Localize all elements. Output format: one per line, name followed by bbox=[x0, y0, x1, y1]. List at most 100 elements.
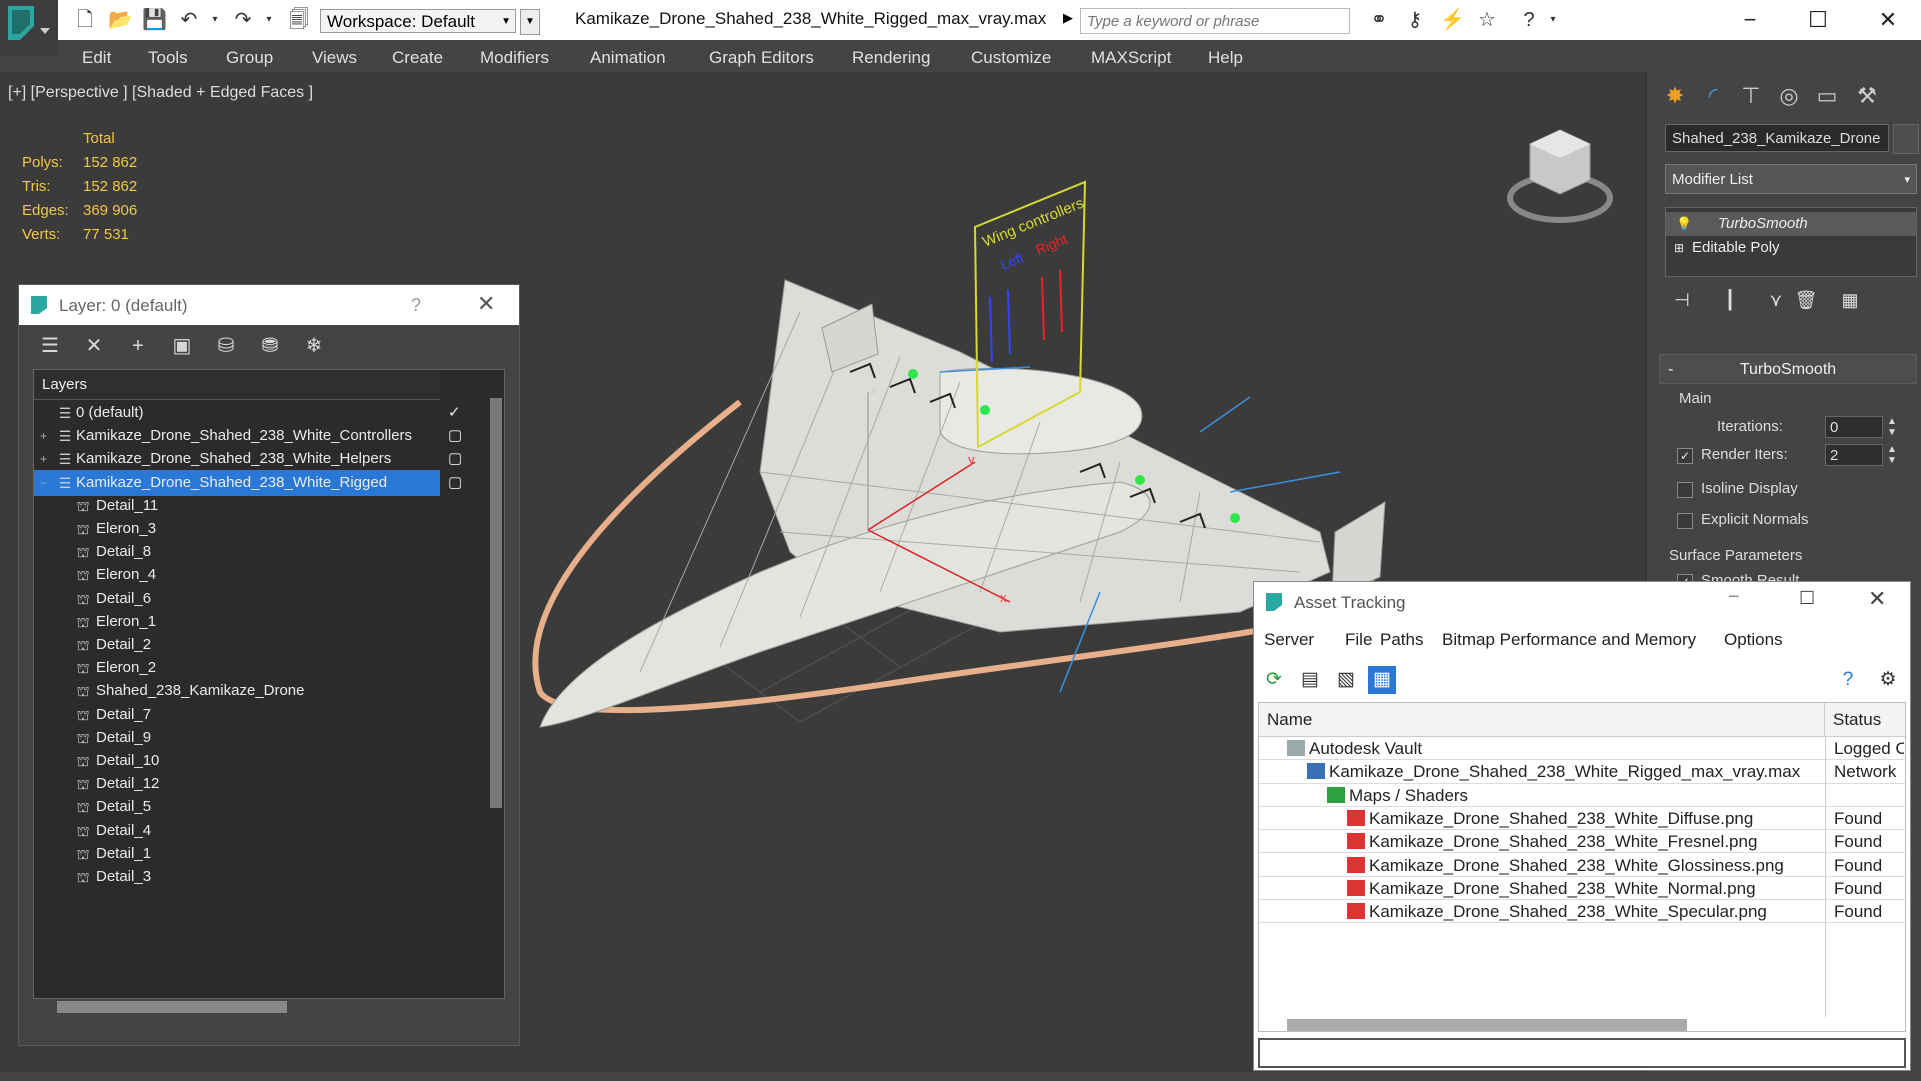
lightbulb-icon[interactable]: 💡 bbox=[1676, 212, 1692, 236]
object-row[interactable]: ⛫ Detail_12 bbox=[34, 771, 440, 797]
turbosmooth-rollout[interactable]: - TurboSmooth bbox=[1659, 354, 1917, 384]
asset-menu-bitmap[interactable]: Bitmap Performance and Memory bbox=[1442, 630, 1696, 650]
vertical-scrollbar[interactable] bbox=[490, 398, 502, 808]
render-iters-spinner[interactable]: 2 bbox=[1825, 444, 1883, 466]
project-folder-icon[interactable]: 🗐 bbox=[288, 9, 310, 31]
vault-help-icon[interactable]: ? bbox=[1834, 666, 1862, 694]
object-row[interactable]: ⛫ Detail_2 bbox=[34, 632, 440, 658]
current-layer-toggle[interactable]: ▢ bbox=[448, 423, 478, 449]
layer-row[interactable]: + ☰ Kamikaze_Drone_Shahed_238_White_Helper… bbox=[34, 446, 440, 472]
render-iters-checkbox[interactable]: ✓ bbox=[1677, 448, 1693, 464]
vault-settings-icon[interactable]: ⚙ bbox=[1874, 666, 1902, 694]
object-row[interactable]: ⛫ Detail_8 bbox=[34, 539, 440, 565]
create-tab-icon[interactable]: ✸ bbox=[1659, 80, 1691, 112]
current-layer-toggle[interactable]: ✓ bbox=[448, 400, 478, 426]
horizontal-scrollbar[interactable] bbox=[57, 1001, 287, 1013]
undo-dropdown-icon[interactable]: ▾ bbox=[204, 9, 226, 31]
layer-list[interactable]: Layers ☰ 0 (default) ✓ + ☰ Kamikaze_Drone_Sha… bbox=[33, 369, 505, 999]
delete-icon[interactable]: ✕ bbox=[81, 333, 107, 359]
menu-views[interactable]: Views bbox=[312, 48, 357, 68]
show-end-result-icon[interactable]: ┃ bbox=[1717, 288, 1743, 312]
modify-tab-icon[interactable]: ◜ bbox=[1697, 80, 1729, 112]
object-row[interactable]: ⛫ Eleron_2 bbox=[34, 655, 440, 681]
asset-table[interactable]: Name Status Autodesk Vault Logged O Kamika… bbox=[1258, 702, 1906, 1032]
menu-rendering[interactable]: Rendering bbox=[852, 48, 930, 68]
asset-row[interactable]: Kamikaze_Drone_Shahed_238_White_Glossine… bbox=[1259, 854, 1905, 877]
app-logo[interactable] bbox=[0, 0, 58, 56]
menu-graph-editors[interactable]: Graph Editors bbox=[709, 48, 814, 68]
stack-item-turbosmooth[interactable]: 💡 TurboSmooth bbox=[1666, 212, 1916, 236]
layer-row[interactable]: ☰ 0 (default) bbox=[34, 400, 440, 426]
menu-customize[interactable]: Customize bbox=[971, 48, 1051, 68]
menu-modifiers[interactable]: Modifiers bbox=[480, 48, 549, 68]
explicit-normals-checkbox[interactable] bbox=[1677, 513, 1693, 529]
object-row[interactable]: ⛫ Detail_11 bbox=[34, 493, 440, 519]
layer-row[interactable]: − ☰ Kamikaze_Drone_Shahed_238_White_Rigged bbox=[34, 469, 440, 496]
workspace-menu-button[interactable]: ▼ bbox=[520, 9, 540, 35]
column-header-status[interactable]: Status bbox=[1825, 703, 1905, 737]
current-layer-toggle[interactable]: ▢ bbox=[448, 446, 478, 472]
object-row[interactable]: ⛫ Shahed_238_Kamikaze_Drone bbox=[34, 678, 440, 704]
hierarchy-tab-icon[interactable]: ⊤ bbox=[1735, 80, 1767, 112]
menu-maxscript[interactable]: MAXScript bbox=[1091, 48, 1171, 68]
asset-row[interactable]: Autodesk Vault Logged O bbox=[1259, 737, 1905, 761]
utilities-tab-icon[interactable]: ⚒ bbox=[1851, 80, 1883, 112]
asset-row[interactable]: Kamikaze_Drone_Shahed_238_White_Diffuse.… bbox=[1259, 807, 1905, 831]
table-view-icon[interactable]: ▦ bbox=[1368, 666, 1396, 694]
close-icon[interactable]: ✕ bbox=[1868, 586, 1886, 612]
layer-row[interactable]: + ☰ Kamikaze_Drone_Shahed_238_White_Contro… bbox=[34, 423, 440, 449]
column-header-name[interactable]: Name bbox=[1259, 703, 1825, 737]
modifier-list-dropdown[interactable]: Modifier List ▾ bbox=[1665, 164, 1917, 194]
object-name-field[interactable]: Shahed_238_Kamikaze_Drone bbox=[1665, 124, 1889, 152]
expand-icon[interactable]: ⊞ bbox=[1674, 236, 1684, 260]
stack-item-editable-poly[interactable]: ⊞ Editable Poly bbox=[1666, 236, 1916, 260]
asset-path-field[interactable] bbox=[1258, 1038, 1906, 1068]
expand-toggle-icon[interactable]: + bbox=[40, 423, 47, 449]
search-input[interactable] bbox=[1080, 8, 1350, 34]
spinner-arrows-icon[interactable]: ▲ ▼ bbox=[1887, 444, 1897, 466]
minimize-icon[interactable]: − bbox=[1730, 4, 1770, 36]
new-file-icon[interactable]: 🗋 bbox=[74, 9, 96, 31]
redo-icon[interactable]: ↷ bbox=[232, 9, 254, 31]
expand-toggle-icon[interactable]: + bbox=[40, 446, 47, 472]
object-row[interactable]: ⛫ Detail_3 bbox=[34, 864, 440, 890]
asset-row[interactable]: Kamikaze_Drone_Shahed_238_White_Normal.p… bbox=[1259, 877, 1905, 901]
help-dropdown-icon[interactable]: ▾ bbox=[1542, 9, 1564, 31]
menu-create[interactable]: Create bbox=[392, 48, 443, 68]
help-icon[interactable]: ? bbox=[411, 295, 421, 316]
menu-edit[interactable]: Edit bbox=[82, 48, 111, 68]
close-icon[interactable]: ✕ bbox=[1868, 4, 1908, 36]
asset-row[interactable]: Kamikaze_Drone_Shahed_238_White_Fresnel.… bbox=[1259, 830, 1905, 854]
highlight-layer-icon[interactable]: ⛁ bbox=[213, 333, 239, 359]
object-row[interactable]: ⛫ Detail_7 bbox=[34, 702, 440, 728]
viewcube[interactable] bbox=[1505, 120, 1615, 230]
expand-toggle-icon[interactable]: − bbox=[40, 470, 47, 496]
object-color-swatch[interactable] bbox=[1893, 124, 1919, 154]
asset-menu-server[interactable]: Server bbox=[1264, 630, 1314, 650]
asset-menu-file[interactable]: File bbox=[1345, 630, 1372, 650]
workspace-selector[interactable]: Workspace: Default ▼ bbox=[320, 9, 516, 33]
open-file-icon[interactable]: 📂 bbox=[108, 9, 133, 31]
asset-row[interactable]: Maps / Shaders bbox=[1259, 784, 1905, 807]
maximize-icon[interactable]: ☐ bbox=[1799, 588, 1815, 609]
asset-row[interactable]: Kamikaze_Drone_Shahed_238_White_Specular… bbox=[1259, 900, 1905, 924]
binoculars-icon[interactable]: ⚭ bbox=[1368, 9, 1390, 31]
object-row[interactable]: ⛫ Detail_5 bbox=[34, 794, 440, 820]
hide-layer-icon[interactable]: ⛃ bbox=[257, 333, 283, 359]
communication-icon[interactable]: ⚡ bbox=[1440, 9, 1465, 31]
tree-view-icon[interactable]: ▧ bbox=[1332, 666, 1360, 694]
object-row[interactable]: ⛫ Detail_6 bbox=[34, 586, 440, 612]
layer-dialog-titlebar[interactable]: Layer: 0 (default) ? ✕ bbox=[19, 285, 519, 325]
object-row[interactable]: ⛫ Eleron_3 bbox=[34, 516, 440, 542]
close-icon[interactable]: ✕ bbox=[477, 291, 495, 317]
select-objects-icon[interactable]: ▣ bbox=[169, 333, 195, 359]
asset-row[interactable]: Kamikaze_Drone_Shahed_238_White_Rigged_m… bbox=[1259, 760, 1905, 784]
iterations-spinner[interactable]: 0 bbox=[1825, 416, 1883, 438]
add-icon[interactable]: + bbox=[125, 333, 151, 359]
modifier-stack[interactable]: 💡 TurboSmooth ⊞ Editable Poly bbox=[1665, 207, 1917, 277]
list-view-icon[interactable]: ▤ bbox=[1296, 666, 1324, 694]
freeze-layer-icon[interactable]: ❄ bbox=[301, 333, 327, 359]
undo-icon[interactable]: ↶ bbox=[178, 9, 200, 31]
minimize-icon[interactable]: − bbox=[1728, 586, 1740, 609]
display-tab-icon[interactable]: ▭ bbox=[1811, 80, 1843, 112]
